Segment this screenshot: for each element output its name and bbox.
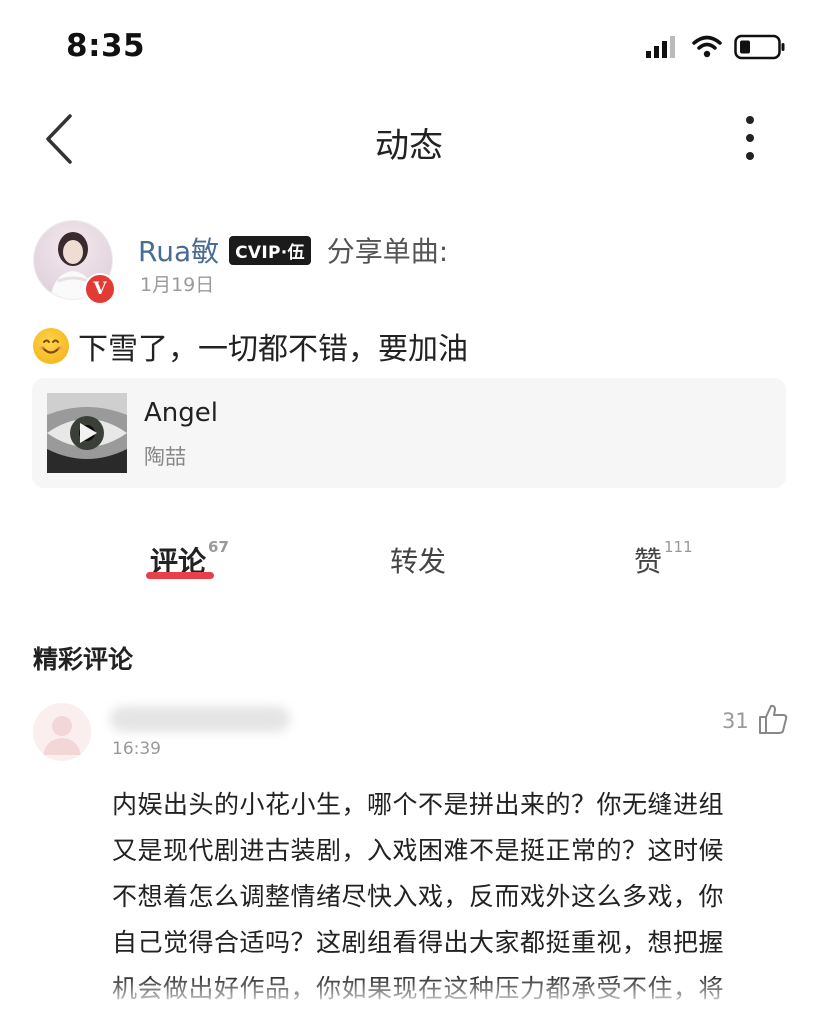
comment-line: 自己觉得合适吗？这剧组看得出大家都挺重视，想把握 [112,928,725,957]
comment-body: 内娱出头的小花小生，哪个不是拼出来的？你无缝进组 又是现代剧进古装剧，入戏困难不… [112,782,792,1012]
more-vertical-icon [746,116,754,160]
page-title: 动态 [375,126,443,166]
commenter-avatar[interactable] [33,703,91,761]
comment-line: 又是现代剧进古装剧，入戏困难不是挺正常的？这时候 [112,836,725,865]
post-text: 下雪了，一切都不错，要加油 [78,332,468,367]
author-row: Rua敏 CVIP·伍 分享单曲: [138,230,448,270]
eye-cover-image[interactable] [47,393,127,473]
author-name[interactable]: Rua敏 [138,230,219,270]
battery-icon [734,34,785,60]
thumbs-up-icon[interactable] [758,703,788,735]
wifi-icon [692,35,722,58]
share-label: 分享单曲: [326,235,449,268]
tab-likes-label: 赞 [634,545,663,578]
comment-time: 16:39 [112,739,161,759]
play-icon[interactable] [75,421,99,445]
tab-reposts[interactable]: 转发 [390,540,446,580]
smiling-face-emoji [33,328,69,364]
comment-line: 机会做出好作品，你如果现在这种压力都承受不住，将 [112,974,725,1003]
status-time: 8:35 [66,28,146,64]
comment-line: 内娱出头的小花小生，哪个不是拼出来的？你无缝进组 [112,790,725,819]
tab-reposts-label: 转发 [390,545,447,578]
signal-icon [646,36,675,58]
verified-badge: V [84,273,116,305]
music-card[interactable] [32,378,786,488]
song-artist: 陶喆 [144,445,186,469]
smile-face-icon [39,339,63,354]
comment-line: 不想着怎么调整情绪尽快入戏，反而戏外这么多戏，你 [112,882,725,911]
section-title: 精彩评论 [33,645,134,674]
user-placeholder-icon [43,716,81,755]
vip-badge[interactable]: CVIP·伍 [229,235,311,265]
song-title: Angel [144,398,218,428]
commenter-name-blurred[interactable] [110,706,290,732]
tab-comments-count: 67 [208,538,229,556]
tab-likes[interactable]: 赞 111 [634,538,693,580]
post-date: 1月19日 [140,274,215,296]
status-icons [644,34,786,60]
more-button[interactable] [730,114,770,166]
tab-likes-count: 111 [664,538,693,556]
comment-like-count: 31 [722,709,749,733]
tab-active-indicator [146,572,214,579]
